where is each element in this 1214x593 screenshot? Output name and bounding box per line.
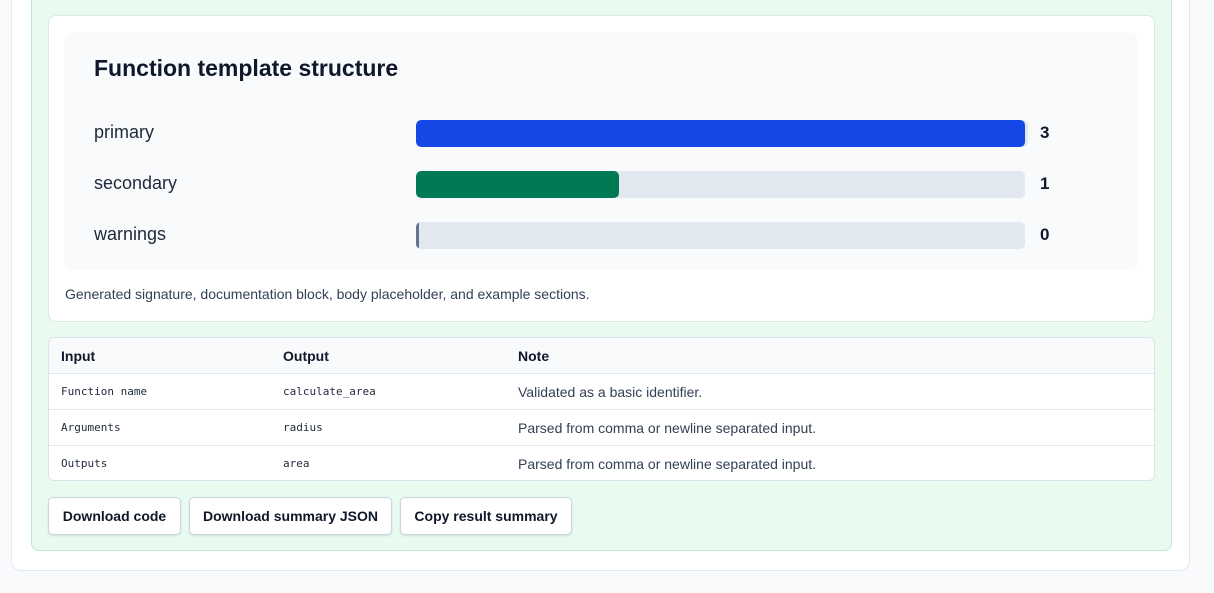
- bar-label: secondary: [94, 173, 178, 193]
- cell-output: calculate_area: [271, 373, 506, 410]
- bar-track: [416, 222, 1025, 249]
- bar-track: [416, 120, 1028, 147]
- chart-title: Function template structure: [94, 55, 399, 81]
- bar-value: 0: [1040, 225, 1050, 244]
- bar-value: 3: [1040, 123, 1050, 142]
- bar-warnings: [416, 222, 419, 249]
- download-code-button[interactable]: Download code: [48, 497, 181, 535]
- table-row: Function name calculate_area Validated a…: [49, 373, 1154, 410]
- cell-note: Parsed from comma or newline separated i…: [506, 409, 1154, 446]
- table-row: Arguments radius Parsed from comma or ne…: [49, 409, 1154, 446]
- copy-result-summary-button[interactable]: Copy result summary: [400, 497, 572, 535]
- column-header-note: Note: [506, 338, 1154, 374]
- bar-primary: [416, 120, 1025, 147]
- bar-row-warnings: warnings 0: [94, 222, 1094, 250]
- column-header-input: Input: [49, 338, 271, 374]
- cell-output: area: [283, 457, 310, 470]
- cell-input: Arguments: [49, 409, 271, 446]
- cell-note: Validated as a basic identifier.: [506, 373, 1154, 410]
- summary-table: Input Output Note Function name calculat…: [49, 338, 1154, 481]
- bar-secondary: [416, 171, 619, 198]
- bar-value: 1: [1040, 174, 1050, 193]
- column-header-output: Output: [271, 338, 506, 374]
- bar-label: warnings: [94, 224, 167, 244]
- bar-row-secondary: secondary 1: [94, 171, 1094, 199]
- bar-track: [416, 171, 1025, 198]
- bar-label: primary: [94, 122, 155, 142]
- cell-note: Parsed from comma or newline separated i…: [518, 455, 817, 472]
- table-header-row: Input Output Note: [49, 338, 1154, 374]
- cell-input: Outputs: [61, 457, 108, 470]
- cell-output: radius: [271, 409, 506, 446]
- bar-row-primary: primary 3: [94, 120, 1094, 148]
- table-row: Outputs area Parsed from comma or newlin…: [49, 446, 1154, 481]
- download-summary-json-button[interactable]: Download summary JSON: [189, 497, 392, 535]
- cell-input: Function name: [49, 373, 271, 410]
- summary-table-card: Input Output Note Function name calculat…: [48, 337, 1155, 481]
- chart-caption: Generated signature, documentation block…: [65, 286, 590, 302]
